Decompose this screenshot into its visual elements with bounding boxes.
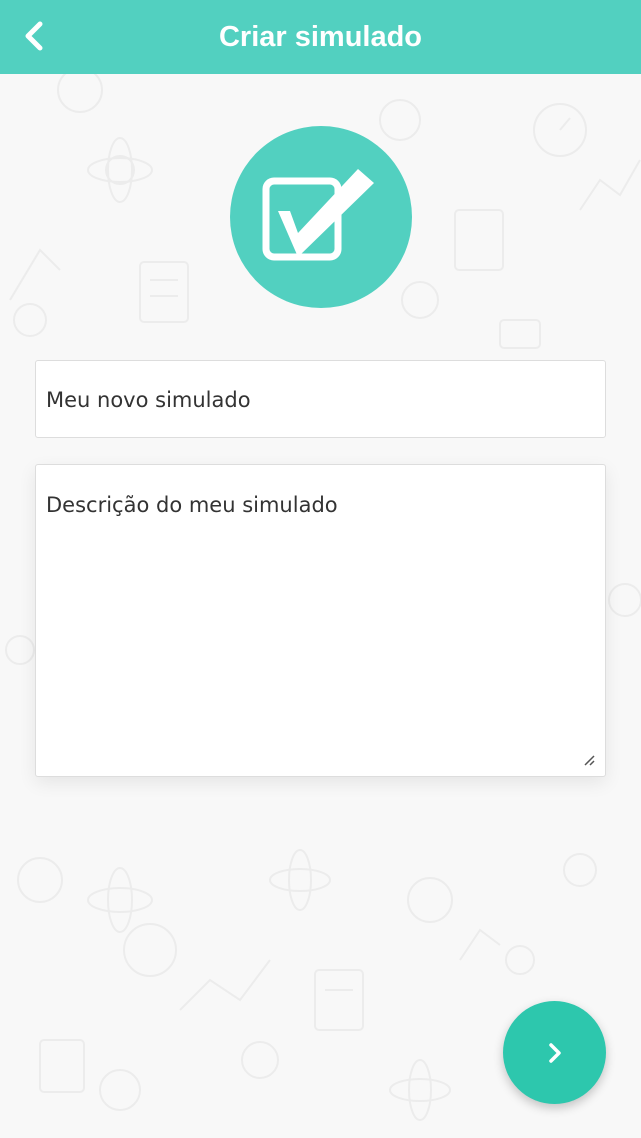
chevron-left-icon bbox=[25, 21, 43, 51]
checkbox-check-icon bbox=[262, 169, 374, 261]
exam-logo bbox=[230, 126, 412, 308]
description-text: Descrição do meu simulado bbox=[46, 493, 338, 517]
next-button[interactable] bbox=[503, 1001, 606, 1104]
title-input[interactable]: Meu novo simulado bbox=[35, 360, 606, 438]
resize-handle-icon[interactable] bbox=[583, 754, 595, 766]
description-textarea[interactable]: Descrição do meu simulado bbox=[35, 464, 606, 777]
page-title: Criar simulado bbox=[218, 21, 423, 53]
app-header: Criar simulado bbox=[0, 0, 641, 74]
back-button[interactable] bbox=[10, 12, 58, 60]
chevron-right-icon bbox=[548, 1042, 561, 1063]
